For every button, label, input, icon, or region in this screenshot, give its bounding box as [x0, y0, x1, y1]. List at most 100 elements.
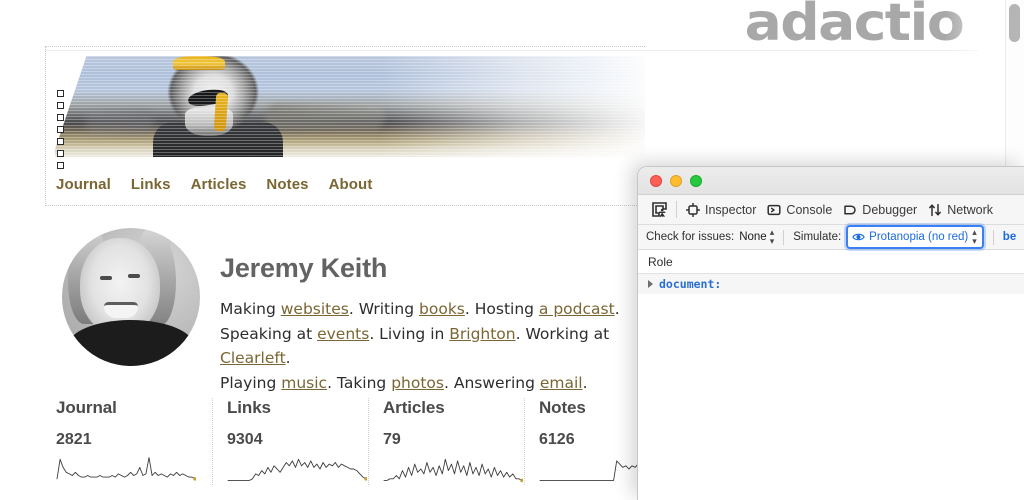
sparkline-articles: [383, 455, 508, 485]
bio-line-3: Playing music. Taking photos. Answering …: [220, 371, 650, 396]
sparkline-journal: [56, 455, 196, 485]
filter-divider: [783, 230, 784, 245]
tab-network[interactable]: Network: [926, 197, 1002, 223]
bio-link-events[interactable]: events: [317, 325, 369, 343]
bio-text-fragment: . Taking: [327, 374, 391, 392]
simulate-label: Simulate:: [793, 231, 841, 243]
stat-card[interactable]: Links 9304: [212, 398, 368, 485]
bio-link-brighton[interactable]: Brighton: [449, 325, 515, 343]
accessibility-picker-icon[interactable]: [646, 199, 672, 221]
column-header-role: Role: [648, 255, 673, 269]
page-scrollbar-thumb[interactable]: [1009, 4, 1020, 42]
banner-marker-column: [57, 90, 64, 174]
avatar-eye-right: [128, 274, 140, 278]
stat-card[interactable]: Journal 2821: [56, 398, 212, 485]
tab-inspector[interactable]: Inspector: [684, 197, 765, 223]
inspector-icon: [686, 203, 700, 217]
stat-card[interactable]: Articles 79: [368, 398, 524, 485]
bio-text-fragment: . Writing: [349, 300, 419, 318]
banner-scanlines: [55, 56, 645, 157]
page-title: Jeremy Keith: [220, 253, 387, 284]
table-row[interactable]: document:: [638, 274, 1024, 294]
zoom-button[interactable]: [690, 175, 702, 187]
tab-label: Inspector: [705, 203, 756, 217]
bio-line-2: Speaking at events. Living in Brighton. …: [220, 322, 650, 371]
check-for-issues-value: None: [739, 231, 767, 243]
accessibility-table-header: Role: [638, 250, 1024, 274]
bio-text-fragment: Playing: [220, 374, 281, 392]
banner-marker: [57, 150, 64, 157]
bio-line-1: Making websites. Writing books. Hosting …: [220, 297, 650, 322]
simulate-value: Protanopia (no red): [869, 231, 968, 243]
banner-marker: [57, 102, 64, 109]
tab-debugger[interactable]: Debugger: [841, 197, 926, 223]
bio-link-podcast[interactable]: a podcast: [539, 300, 615, 318]
devtools-filter-bar: Check for issues: None ▴▾ Simulate: Prot…: [638, 225, 1024, 250]
banner-marker: [57, 138, 64, 145]
console-icon: [767, 203, 781, 217]
beta-link[interactable]: be: [1003, 231, 1016, 243]
screenshot-root: adactio Journa: [0, 0, 1024, 500]
stats-row: Journal 2821 Links 9304 Articles 79 Note…: [56, 398, 656, 485]
avatar-smile: [104, 302, 138, 318]
banner-marker: [57, 114, 64, 121]
accessibility-tree-body: [638, 294, 1024, 500]
stepper-icon: ▴▾: [770, 228, 775, 246]
bio-link-music[interactable]: music: [281, 374, 327, 392]
simulate-select[interactable]: Protanopia (no red) ▴▾: [846, 225, 984, 249]
stat-title: Journal: [56, 398, 196, 418]
bio-text-fragment: . Working at: [516, 325, 610, 343]
banner-marker: [57, 162, 64, 169]
sparkline-links: [227, 455, 352, 485]
stepper-icon: ▴▾: [972, 228, 977, 246]
avatar-eye-left: [100, 276, 112, 280]
bio-link-clearleft[interactable]: Clearleft: [220, 349, 286, 367]
bio-text-fragment: .: [615, 300, 620, 318]
avatar-shirt: [68, 320, 194, 366]
bio-text-fragment: . Hosting: [465, 300, 539, 318]
nav-item-articles[interactable]: Articles: [191, 176, 247, 193]
bio-link-books[interactable]: books: [419, 300, 465, 318]
tab-console[interactable]: Console: [765, 197, 841, 223]
nav-item-notes[interactable]: Notes: [266, 176, 308, 193]
bio-link-email[interactable]: email: [540, 374, 583, 392]
nav-item-about[interactable]: About: [329, 176, 373, 193]
bio-text-fragment: .: [583, 374, 588, 392]
chevron-right-icon[interactable]: [648, 280, 653, 288]
bio-link-photos[interactable]: photos: [391, 374, 444, 392]
bio-text-fragment: Making: [220, 300, 281, 318]
site-logo[interactable]: adactio: [744, 0, 963, 50]
site-banner-image: [55, 56, 645, 157]
stat-count: 79: [383, 431, 508, 449]
nav-item-journal[interactable]: Journal: [56, 176, 111, 193]
bio-text-fragment: . Answering: [444, 374, 540, 392]
nav-item-links[interactable]: Links: [131, 176, 171, 193]
stat-count: 2821: [56, 431, 196, 449]
banner-marker: [57, 90, 64, 97]
stat-title: Links: [227, 398, 352, 418]
minimize-button[interactable]: [670, 175, 682, 187]
site-header-bar: adactio: [0, 0, 1005, 52]
check-for-issues-select[interactable]: None ▴▾: [739, 228, 774, 246]
tab-label: Debugger: [862, 203, 917, 217]
bio-link-websites[interactable]: websites: [281, 300, 349, 318]
check-for-issues-label: Check for issues:: [646, 231, 734, 243]
devtools-tabbar: Inspector Console Debugger: [638, 195, 1024, 225]
avatar[interactable]: [62, 228, 200, 366]
banner-marker: [57, 126, 64, 133]
bio-text-fragment: Speaking at: [220, 325, 317, 343]
devtools-titlebar[interactable]: [638, 167, 1024, 195]
stat-title: Articles: [383, 398, 508, 418]
accessibility-node-label: document:: [659, 277, 721, 291]
tab-label: Network: [947, 203, 993, 217]
close-button[interactable]: [650, 175, 662, 187]
tab-label: Console: [786, 203, 832, 217]
main-navigation: Journal Links Articles Notes About: [56, 176, 392, 193]
stat-count: 9304: [227, 431, 352, 449]
filter-divider: [993, 230, 994, 245]
bio-text-fragment: .: [286, 349, 291, 367]
eye-icon: [852, 232, 865, 242]
bio-text-fragment: . Living in: [369, 325, 449, 343]
toolbar-divider: [676, 201, 677, 218]
network-icon: [928, 203, 942, 217]
